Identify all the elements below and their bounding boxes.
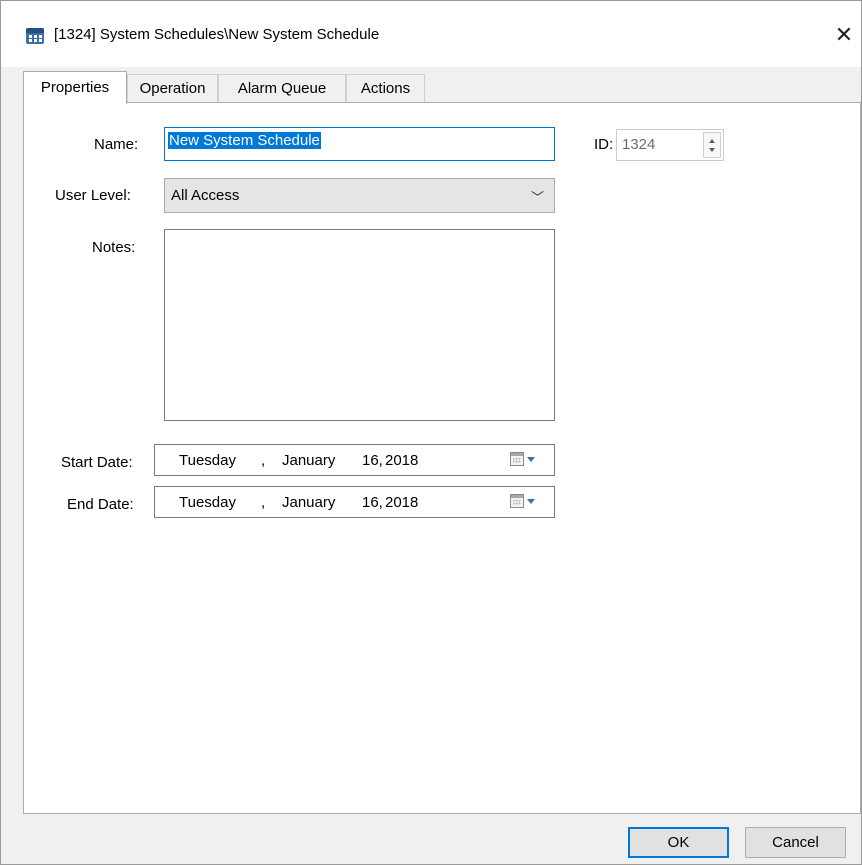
start-date-picker[interactable]: Tuesday , January 16, 2018 [154,444,555,476]
dropdown-arrow-icon [527,499,535,504]
button-bar [1,814,861,864]
tab-properties[interactable]: Properties [23,71,127,104]
properties-panel: Name: New System Schedule ID: 1324 User … [23,102,861,814]
start-date-weekday: Tuesday [179,452,236,469]
spin-down-icon[interactable] [709,148,715,152]
calendar-icon [26,28,44,44]
end-date-weekday: Tuesday [179,494,236,511]
end-date-separator: , [261,494,266,511]
title-bar: [1324] System Schedules\New System Sched… [1,1,861,67]
id-label: ID: [594,136,614,153]
start-date-label: Start Date: [61,454,133,471]
start-date-year: 2018 [385,452,419,469]
user-level-label: User Level: [55,187,131,204]
start-date-separator: , [261,452,266,469]
window-title: [1324] System Schedules\New System Sched… [54,26,380,43]
user-level-dropdown[interactable]: All Access ﹀ [164,178,555,213]
tab-actions[interactable]: Actions [346,74,425,103]
name-label: Name: [94,136,139,153]
end-date-day: 16, [362,494,383,511]
close-button[interactable]: ✕ [827,19,861,53]
start-date-day: 16, [362,452,383,469]
start-date-month: January [282,452,336,469]
name-input-value: New System Schedule [168,132,321,149]
spin-buttons[interactable] [703,132,721,158]
name-input[interactable]: New System Schedule [164,127,555,161]
dropdown-arrow-icon [527,457,535,462]
user-level-value: All Access [171,187,240,204]
end-date-year: 2018 [385,494,419,511]
id-value: 1324 [622,136,656,153]
end-date-picker[interactable]: Tuesday , January 16, 2018 [154,486,555,518]
tab-strip: Properties Operation Alarm Queue Actions [23,71,861,104]
chevron-down-icon: ﹀ [530,191,544,206]
spin-up-icon[interactable] [709,139,715,143]
calendar-icon [510,452,524,466]
calendar-icon [510,494,524,508]
id-stepper[interactable]: 1324 [616,129,724,161]
notes-label: Notes: [92,239,136,256]
start-date-calendar-button[interactable] [510,452,540,468]
cancel-button[interactable]: Cancel [745,827,846,858]
close-icon: ✕ [834,23,854,48]
end-date-label: End Date: [67,496,134,513]
tab-operation[interactable]: Operation [127,74,218,103]
end-date-calendar-button[interactable] [510,494,540,510]
tab-alarm-queue[interactable]: Alarm Queue [218,74,346,103]
notes-textarea[interactable] [164,229,555,421]
ok-button[interactable]: OK [628,827,729,858]
dialog-window: [1324] System Schedules\New System Sched… [0,0,862,865]
end-date-month: January [282,494,336,511]
